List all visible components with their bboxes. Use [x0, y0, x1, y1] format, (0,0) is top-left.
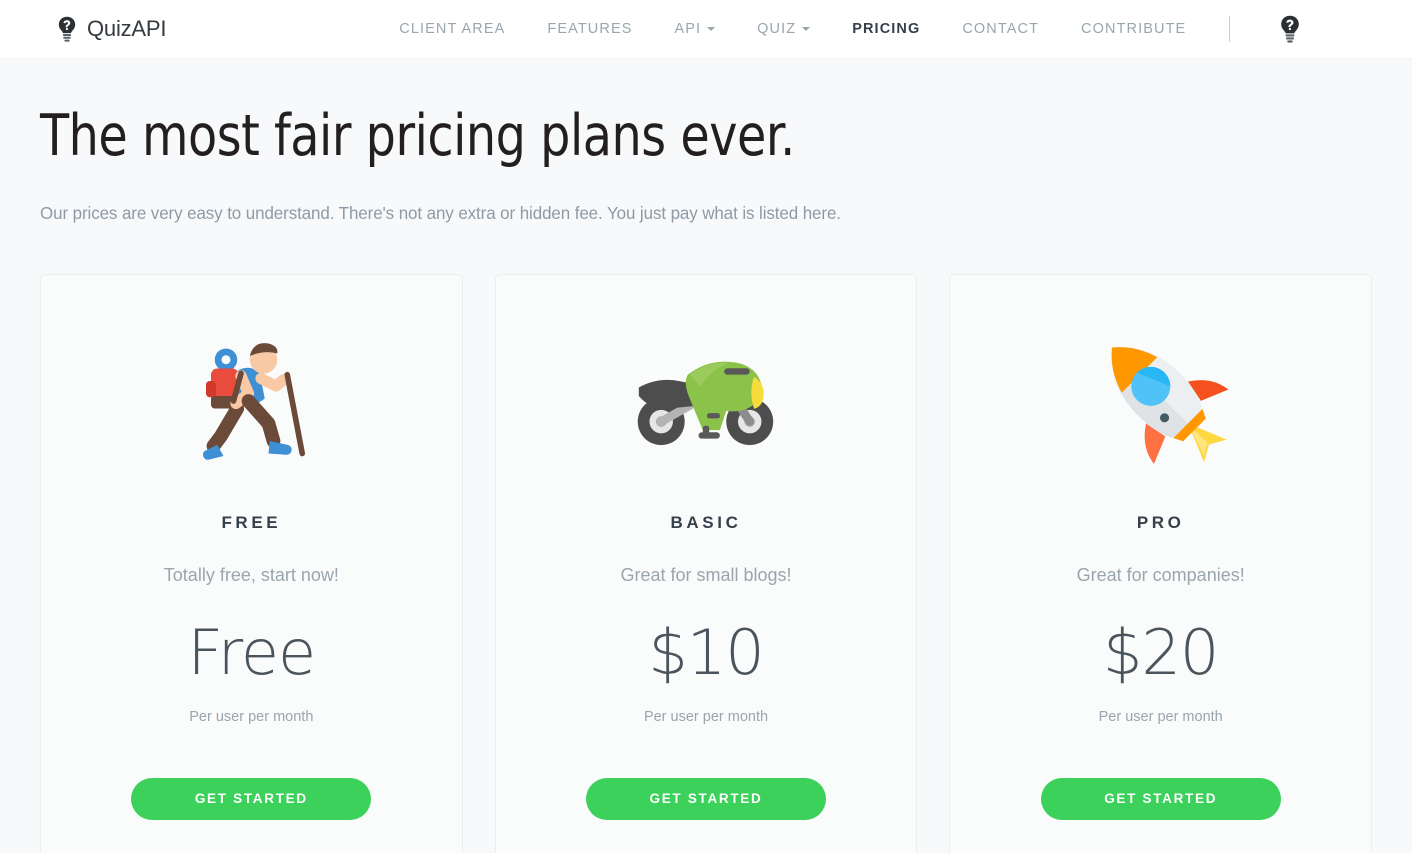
- lightbulb-question-icon-svg: [58, 16, 76, 42]
- main-navigation: CLIENT AREA FEATURES API QUIZ PRICING CO…: [378, 0, 1231, 58]
- nav-item-pricing[interactable]: PRICING: [831, 0, 941, 58]
- plan-price: $10: [648, 615, 764, 689]
- plan-period: Per user per month: [643, 708, 769, 725]
- get-started-button-free[interactable]: GET STARTED: [131, 777, 372, 820]
- page-title: The most fair pricing plans ever.: [40, 103, 795, 169]
- pricing-cards: FREE Totally free, start now! Free Per u…: [40, 273, 1373, 853]
- nav-label: API: [674, 21, 702, 37]
- brand-name: QuizAPI: [87, 16, 167, 41]
- nav-item-quiz[interactable]: QUIZ: [736, 0, 831, 58]
- nav-label: FEATURES: [547, 21, 633, 37]
- nav-label: CONTRIBUTE: [1081, 21, 1187, 37]
- get-started-button-basic[interactable]: GET STARTED: [586, 777, 826, 820]
- hiker-icon-svg: [203, 342, 306, 460]
- plan-description: Totally free, start now!: [163, 564, 339, 585]
- site-header: QuizAPI CLIENT AREA FEATURES API QUIZ PR…: [0, 0, 1412, 59]
- rocket-icon-svg: [1111, 346, 1229, 464]
- plan-name: FREE: [221, 512, 282, 532]
- brand-logo-link[interactable]: QuizAPI: [56, 16, 166, 42]
- rocket-icon: [970, 301, 1351, 491]
- nav-label: CLIENT AREA: [399, 21, 506, 37]
- plan-description: Great for small blogs!: [620, 564, 792, 585]
- lightbulb-question-icon: [56, 16, 78, 42]
- nav-item-contribute[interactable]: CONTRIBUTE: [1060, 0, 1207, 58]
- nav-item-contact[interactable]: CONTACT: [941, 0, 1060, 58]
- motorcycle-icon-svg: [637, 361, 774, 445]
- hiker-icon: [61, 301, 442, 491]
- nav-label: PRICING: [852, 21, 921, 37]
- nav-label: CONTACT: [962, 21, 1040, 37]
- plan-period: Per user per month: [1098, 708, 1223, 725]
- lightbulb-question-icon-svg: [1281, 15, 1300, 43]
- page-subtitle: Our prices are very easy to understand. …: [40, 202, 841, 223]
- nav-label: QUIZ: [757, 21, 797, 37]
- pricing-card-free: FREE Totally free, start now! Free Per u…: [40, 273, 463, 853]
- plan-price: $20: [1103, 615, 1219, 689]
- chevron-down-icon: [707, 27, 716, 31]
- pricing-card-pro: PRO Great for companies! $20 Per user pe…: [949, 273, 1373, 853]
- chevron-down-icon: [802, 27, 811, 31]
- pricing-card-basic: BASIC Great for small blogs! $10 Per use…: [494, 273, 918, 853]
- plan-name: BASIC: [670, 512, 742, 532]
- plan-price: Free: [187, 615, 317, 689]
- plan-description: Great for companies!: [1076, 564, 1245, 585]
- plan-period: Per user per month: [189, 708, 314, 725]
- plan-name: PRO: [1136, 512, 1185, 532]
- get-started-button-pro[interactable]: GET STARTED: [1040, 777, 1281, 820]
- nav-item-features[interactable]: FEATURES: [526, 0, 653, 58]
- pricing-page: The most fair pricing plans ever. Our pr…: [0, 103, 1412, 853]
- nav-item-api[interactable]: API: [654, 0, 737, 58]
- motorcycle-icon: [516, 301, 897, 491]
- nav-item-client-area[interactable]: CLIENT AREA: [378, 0, 526, 58]
- header-lightbulb-icon[interactable]: [1230, 15, 1302, 43]
